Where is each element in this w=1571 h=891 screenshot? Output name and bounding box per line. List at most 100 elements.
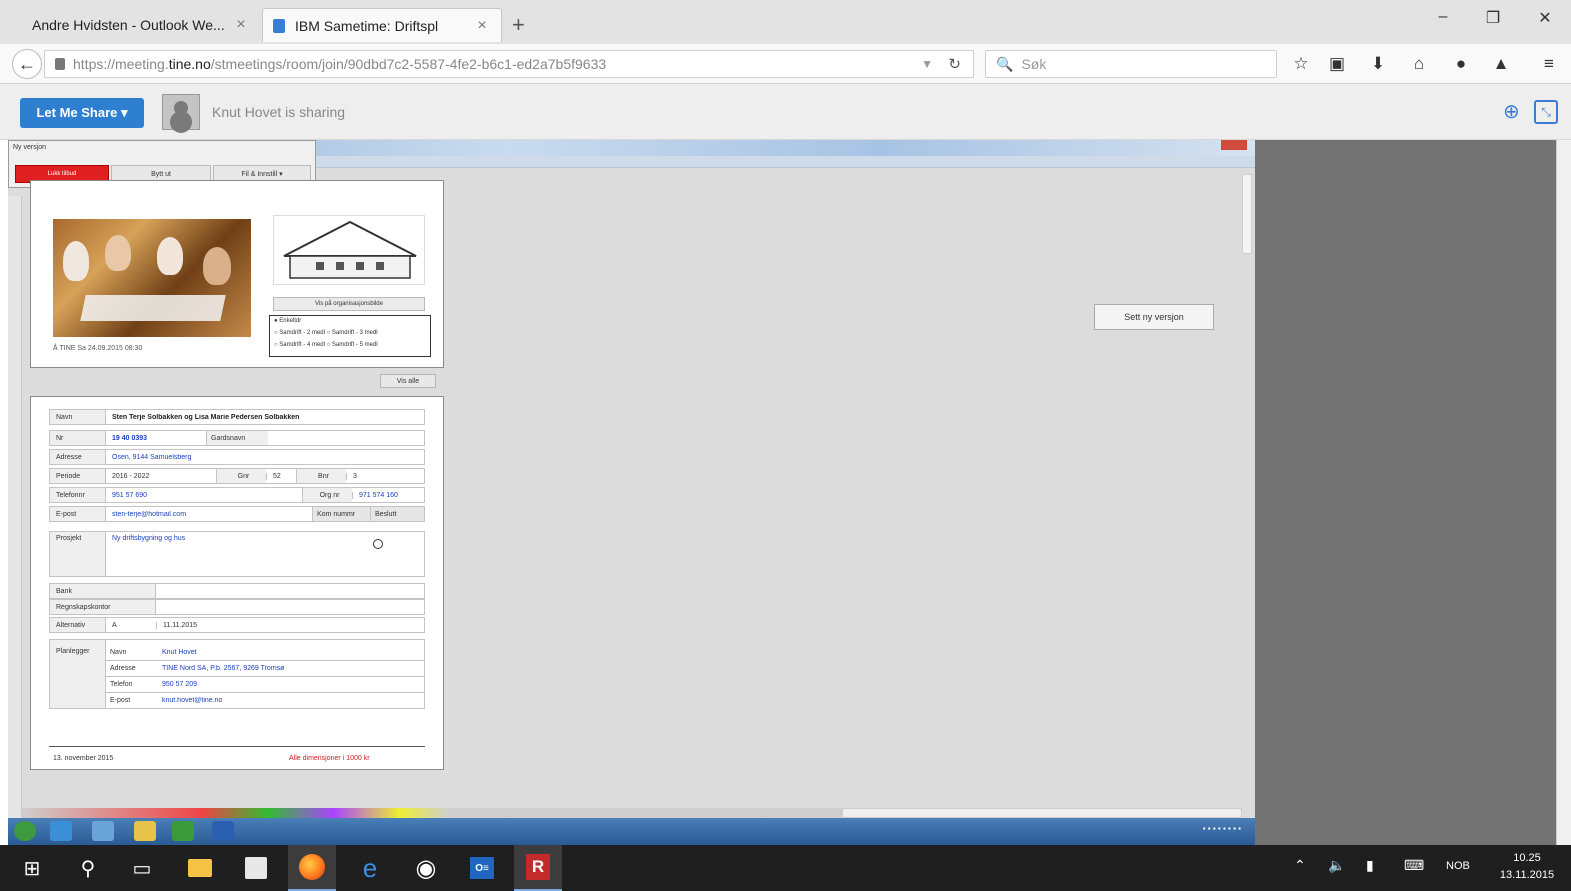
tab-outlook[interactable]: Andre Hvidsten - Outlook We... ×: [22, 8, 260, 42]
barn-drawing-icon: [273, 215, 425, 285]
tab-title: IBM Sametime: Driftspl: [295, 17, 439, 34]
footer-divider: [49, 746, 425, 747]
sametime-icon[interactable]: ▲: [1490, 54, 1512, 74]
bookmark-star-icon[interactable]: ☆: [1290, 54, 1312, 74]
outlook-button[interactable]: O≡: [458, 845, 506, 891]
volume-icon[interactable]: 🔈: [1328, 857, 1345, 874]
home-icon[interactable]: ⌂: [1408, 54, 1430, 74]
windows-logo-icon: ⊞: [23, 857, 41, 880]
remote-r-icon: R: [526, 854, 550, 880]
library-icon[interactable]: ▣: [1326, 54, 1348, 74]
excel-close-icon: [1221, 140, 1247, 150]
footer-version: Alle dimensjoner i 1000 kr: [289, 755, 370, 762]
keyboard-icon[interactable]: ⌨: [1404, 857, 1424, 874]
media-button[interactable]: ◉: [402, 845, 450, 891]
outlook-icon: O≡: [470, 857, 494, 879]
row-ruler: [8, 196, 22, 836]
minimize-icon[interactable]: –: [1428, 8, 1458, 26]
photo-caption: Å TINE Sa 24.09.2015 08:30: [53, 345, 143, 352]
form-row-name: Navn Sten Terje Solbakken og Lisa Marie …: [49, 409, 425, 425]
task-view-icon: ▭: [132, 857, 152, 880]
search-placeholder: Søk: [1021, 56, 1047, 72]
sheet-tabs: [22, 808, 842, 818]
set-new-version-button: Sett ny versjon: [1094, 304, 1214, 330]
search-icon: 🔍: [996, 55, 1014, 72]
remote-ie-icon: [50, 821, 72, 841]
empty-viewer-area: [1255, 140, 1556, 845]
edge-button[interactable]: e: [346, 845, 394, 891]
fit-to-window-icon[interactable]: ⤡: [1534, 100, 1558, 124]
close-tab-icon[interactable]: ×: [232, 16, 250, 34]
ownership-radio-group: ● Enkeltdr ○ Samdrift - 2 medl ○ Samdrif…: [269, 315, 431, 357]
remote-start-icon: [14, 821, 36, 841]
form-row-alternativ: Alternativ A 11.11.2015: [49, 617, 425, 633]
windows-taskbar: ⊞ ⚲ ▭ e ◉ O≡ R ⌃ 🔈 ▮ ⌨ NOB 10.25 13.11.2…: [0, 845, 1571, 891]
remote-media-icon: [92, 821, 114, 841]
task-view-button[interactable]: ▭: [118, 845, 166, 891]
start-button[interactable]: ⊞: [8, 845, 56, 891]
tab-sametime[interactable]: IBM Sametime: Driftspl ×: [262, 8, 502, 42]
url-bar[interactable]: https://meeting. tine.no/stmeetings/room/…: [44, 50, 974, 78]
farmers-photo: [53, 219, 251, 337]
clock[interactable]: 10.25 13.11.2015: [1494, 850, 1560, 884]
form-row-adresse: Adresse Osen, 9144 Samuelsberg: [49, 449, 425, 465]
photo-panel: Å TINE Sa 24.09.2015 08:30 Vis på organi…: [30, 180, 444, 368]
remote-excel-icon: [172, 821, 194, 841]
column-ruler: [308, 156, 1255, 168]
reload-icon[interactable]: ↻: [948, 55, 961, 73]
radio-option: ○ Samdrift - 4 medl ○ Samdrift - 5 medl: [274, 342, 378, 348]
back-button[interactable]: ←: [12, 49, 42, 79]
form-row-regnskap: Regnskapskontor: [49, 599, 425, 615]
language-indicator[interactable]: NOB: [1446, 860, 1470, 872]
search-input[interactable]: 🔍 Søk: [985, 50, 1277, 78]
store-button[interactable]: [232, 845, 280, 891]
chat-icon[interactable]: ●: [1450, 54, 1472, 74]
menu-icon[interactable]: ≡: [1538, 54, 1560, 74]
let-me-share-button[interactable]: Let Me Share ▾: [20, 98, 144, 128]
mini-toolbar-title: Ny versjon: [13, 144, 47, 151]
zoom-in-icon[interactable]: ⊕: [1503, 99, 1527, 123]
sametime-header: Let Me Share ▾ Knut Hovet is sharing ⊕ ⤡: [0, 84, 1571, 140]
window-close-icon[interactable]: ✕: [1530, 8, 1560, 28]
form-row-bank: Bank: [49, 583, 425, 599]
show-all-button: Vis alle: [380, 374, 436, 388]
store-icon: [245, 857, 267, 879]
restore-icon[interactable]: ❐: [1478, 8, 1508, 28]
sametime-favicon-icon: [273, 18, 285, 33]
browser-tab-strip: Andre Hvidsten - Outlook We... × IBM Sam…: [0, 0, 1571, 44]
shared-screen: Ny versjon Lukk tilbud Bytt ut Fil & Inn…: [8, 140, 1255, 845]
customer-form: Navn Sten Terje Solbakken og Lisa Marie …: [30, 396, 444, 770]
tab-title: Andre Hvidsten - Outlook We...: [32, 17, 225, 33]
notification-icon[interactable]: ▮: [1366, 857, 1374, 874]
clock-date: 13.11.2015: [1499, 869, 1555, 881]
url-path: /stmeetings/room/join/90dbd7c2-5587-4fe2…: [210, 56, 607, 72]
url-dropdown-icon[interactable]: ▼: [921, 57, 933, 71]
browser-navbar: ← https://meeting. tine.no/stmeetings/roo…: [0, 44, 1571, 84]
form-row-prosjekt: Prosjekt Ny driftsbygning og hus: [49, 531, 425, 577]
close-tab-icon[interactable]: ×: [473, 17, 491, 35]
url-prefix: https://meeting.: [73, 56, 169, 72]
new-tab-icon[interactable]: +: [512, 12, 525, 38]
radio-option: ● Enkeltdr: [274, 318, 302, 324]
download-icon[interactable]: ⬇: [1367, 54, 1389, 74]
remote-app-button[interactable]: R: [514, 845, 562, 891]
form-row-epost: E-post sten-terje@hotmail.com Kom nummr …: [49, 506, 425, 522]
mouse-cursor-icon: [373, 539, 383, 549]
form-row-nr: Nr 19 40 0393 Gardsnavn: [49, 430, 425, 446]
form-row-telefon: Telefonnr 951 57 690 Org nr 971 574 160: [49, 487, 425, 503]
folder-icon: [188, 859, 212, 877]
search-button[interactable]: ⚲: [64, 845, 112, 891]
file-explorer-button[interactable]: [176, 845, 224, 891]
lock-icon: [55, 58, 65, 70]
search-icon: ⚲: [80, 857, 96, 880]
remote-tray: ▪ ▪ ▪ ▪ ▪ ▪ ▪ ▪: [1202, 824, 1241, 833]
organisation-image-button: Vis på organisasjonsbilde: [273, 297, 425, 311]
edge-icon: e: [362, 852, 378, 883]
horizontal-scrollbar: [842, 808, 1242, 818]
footer-date: 13. november 2015: [53, 755, 114, 762]
form-row-planlegger: Planlegger Navn Knut Hovet Adresse TINE …: [49, 639, 425, 709]
presenter-avatar-icon: [162, 94, 200, 130]
firefox-button[interactable]: [288, 845, 336, 891]
viewer-scrollbar[interactable]: [1556, 140, 1571, 845]
show-hidden-icons-icon[interactable]: ⌃: [1294, 857, 1306, 874]
